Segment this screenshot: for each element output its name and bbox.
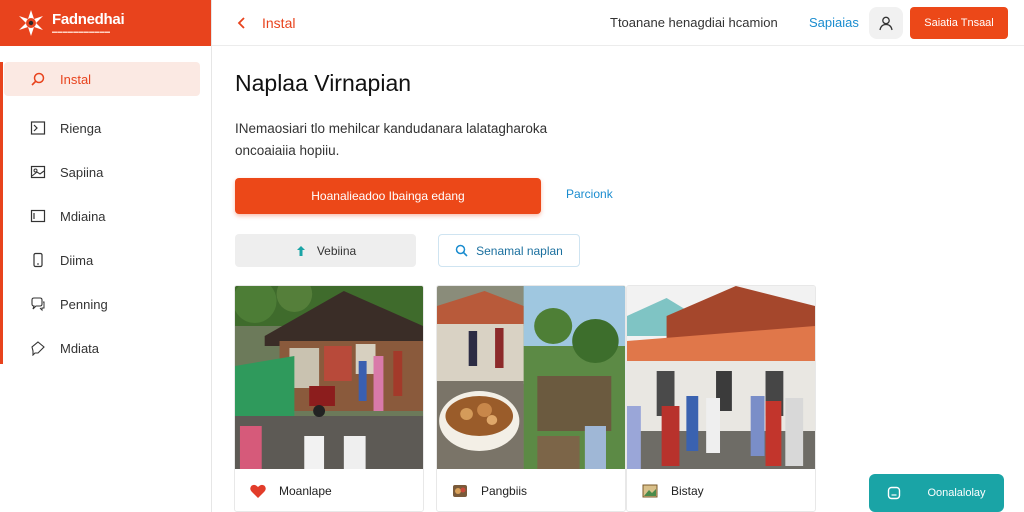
sidebar-item-rienga[interactable]: Rienga [0, 106, 212, 150]
brand-bar[interactable]: Fadnedhai ▬▬▬▬▬▬▬▬▬▬▬ [0, 0, 211, 46]
primary-button[interactable]: Hoanalieadoo Ibainga edang [235, 178, 541, 214]
back-label: Instal [262, 14, 296, 31]
brand-tagline: ▬▬▬▬▬▬▬▬▬▬▬ [52, 29, 111, 35]
floating-button-label: Oonalalolay [927, 487, 986, 499]
logo-icon [16, 8, 46, 38]
content-card[interactable]: Bistay [626, 285, 816, 512]
top-link[interactable]: Sapiaias [809, 15, 859, 30]
brand-text: Fadnedhai ▬▬▬▬▬▬▬▬▬▬▬ [52, 11, 125, 35]
image-icon [30, 164, 46, 180]
page-subtitle: Ttoanane henagdiai hcamion [610, 15, 778, 30]
sidebar-item-label: Penning [60, 296, 108, 312]
page-title: Naplaa Virnapian [235, 70, 412, 96]
top-cta-button[interactable]: Saiatia Tnsaal [910, 7, 1008, 39]
sidebar: Fadnedhai ▬▬▬▬▬▬▬▬▬▬▬ Instal Rienga Sapi… [0, 0, 212, 512]
chat-icon [30, 296, 46, 312]
sidebar-item-label: Rienga [60, 120, 102, 136]
sidebar-item-mdiaina[interactable]: Mdiaina [0, 194, 212, 238]
card-label: Bistay [671, 484, 704, 498]
sidebar-item-diima[interactable]: Diima [0, 238, 212, 282]
chat-bubble-icon [30, 340, 46, 356]
sidebar-item-sapiina[interactable]: Sapiina [0, 150, 212, 194]
card-label: Pangbiis [481, 484, 528, 498]
card-footer: Bistay [627, 469, 815, 511]
back-link[interactable]: Instal [236, 15, 295, 31]
view-button[interactable]: Vebiina [235, 234, 416, 267]
search-icon [30, 71, 46, 87]
sidebar-item-label: Mdiata [60, 340, 100, 356]
sidebar-item-mdiata[interactable]: Mdiata [0, 326, 212, 370]
card-photo [627, 286, 815, 469]
sidebar-nav: Instal Rienga Sapiina Mdiaina Diima Penn… [0, 62, 212, 370]
card-footer: Pangbiis [437, 469, 625, 511]
view-button-label: Vebiina [316, 243, 357, 258]
terminal-icon [30, 120, 46, 136]
arrow-up-icon [296, 245, 305, 256]
sidebar-item-label: Mdiaina [60, 208, 106, 224]
card-footer: Moanlape [235, 469, 423, 511]
chevron-left-icon [237, 16, 245, 29]
sidebar-item-label: Sapiina [60, 164, 104, 180]
food-icon [451, 482, 469, 500]
picture-icon [641, 482, 659, 500]
heart-icon [249, 482, 267, 500]
search-button-label: Senamal naplan [476, 243, 563, 258]
brand-name: Fadnedhai [52, 11, 125, 28]
content-card[interactable]: Moanlape [234, 285, 424, 512]
phone-icon [30, 252, 46, 268]
card-label: Moanlape [279, 484, 332, 498]
user-button[interactable] [869, 7, 903, 39]
content-card[interactable]: Pangbiis [436, 285, 626, 512]
card-photo [437, 286, 625, 469]
sidebar-item-label: Diima [60, 252, 94, 268]
sidebar-item-instal[interactable]: Instal [4, 62, 200, 96]
sidebar-item-label: Instal [60, 71, 92, 87]
card-photo [235, 286, 423, 469]
sidebar-item-penning[interactable]: Penning [0, 282, 212, 326]
page-description: INemaosiari tlo mehilcar kandudanara lal… [235, 121, 548, 158]
search-button[interactable]: Senamal naplan [438, 234, 580, 267]
user-icon [879, 16, 893, 31]
secondary-link[interactable]: Parcionk [566, 187, 613, 201]
top-bar: Instal Ttoanane henagdiai hcamion Sapiai… [212, 0, 1024, 46]
message-icon [888, 486, 901, 500]
floating-action-button[interactable]: Oonalalolay [869, 474, 1004, 512]
window-icon [30, 208, 46, 224]
search-icon [455, 244, 468, 257]
